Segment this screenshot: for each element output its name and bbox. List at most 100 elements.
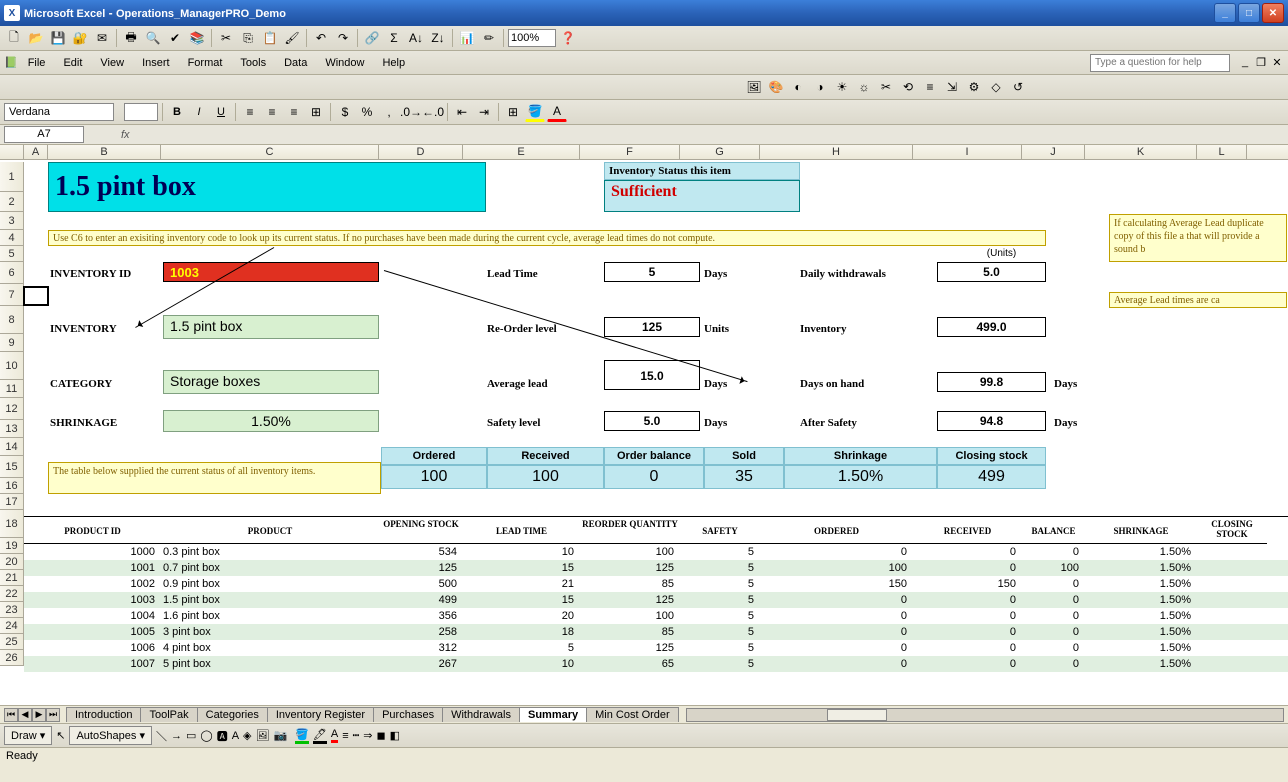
- sort-asc-icon[interactable]: A↓: [406, 28, 426, 48]
- line-weight-icon[interactable]: ≡: [342, 730, 348, 742]
- undo-icon[interactable]: ↶: [311, 28, 331, 48]
- dash-style-icon[interactable]: ┅: [353, 729, 360, 742]
- zoom-combo[interactable]: 100%: [508, 29, 556, 47]
- chart-icon[interactable]: 📊: [457, 28, 477, 48]
- crop-icon[interactable]: ✂: [876, 77, 896, 97]
- tab-nav-next[interactable]: ▶: [32, 708, 46, 722]
- italic-icon[interactable]: I: [189, 102, 209, 122]
- open-icon[interactable]: 📂: [26, 28, 46, 48]
- paste-icon[interactable]: 📋: [260, 28, 280, 48]
- table-row[interactable]: 10053 pint box258188550001.50%: [24, 624, 1288, 640]
- format-painter-icon[interactable]: 🖌: [282, 28, 302, 48]
- currency-icon[interactable]: $: [335, 102, 355, 122]
- doc-minimize-button[interactable]: _: [1238, 56, 1252, 69]
- fx-button[interactable]: fx: [121, 129, 130, 141]
- table-row[interactable]: 10041.6 pint box3562010050001.50%: [24, 608, 1288, 624]
- menu-file[interactable]: File: [20, 55, 54, 71]
- wordart-icon[interactable]: A: [232, 730, 239, 742]
- sheet-tab[interactable]: Inventory Register: [267, 707, 374, 722]
- doc-close-button[interactable]: ✕: [1270, 56, 1284, 69]
- grid-cells[interactable]: 1.5 pint box Inventory Status this item …: [24, 162, 1288, 705]
- sheet-tab[interactable]: Withdrawals: [442, 707, 520, 722]
- arrow-style-icon[interactable]: ⇒: [363, 729, 372, 742]
- table-row[interactable]: 10010.7 pint box12515125510001001.50%: [24, 560, 1288, 576]
- row-headers[interactable]: 1234567891011121314151617181920212223242…: [0, 162, 24, 666]
- transparent-icon[interactable]: ◇: [986, 77, 1006, 97]
- font-color-draw-icon[interactable]: A: [331, 728, 338, 743]
- name-box[interactable]: A7: [4, 126, 84, 143]
- column-headers[interactable]: A B C D E F G H I J K L: [0, 145, 1288, 160]
- input-inventory-id[interactable]: 1003: [163, 262, 379, 282]
- reset-icon[interactable]: ↺: [1008, 77, 1028, 97]
- new-icon[interactable]: 🗋: [4, 28, 24, 48]
- contrast-more-icon[interactable]: ◐: [788, 77, 808, 97]
- menu-window[interactable]: Window: [317, 55, 372, 71]
- oval-icon[interactable]: ◯: [200, 729, 212, 742]
- table-row[interactable]: 10075 pint box267106550001.50%: [24, 656, 1288, 672]
- diagram-icon[interactable]: ◈: [243, 729, 251, 742]
- sheet-tab[interactable]: Categories: [197, 707, 268, 722]
- line-icon[interactable]: ＼: [156, 728, 167, 744]
- textbox-icon[interactable]: 🅰: [217, 728, 228, 744]
- autosum-icon[interactable]: Σ: [384, 28, 404, 48]
- maximize-button[interactable]: □: [1238, 3, 1260, 23]
- underline-icon[interactable]: U: [211, 102, 231, 122]
- table-row[interactable]: 10000.3 pint box5341010050001.50%: [24, 544, 1288, 560]
- research-icon[interactable]: 📚: [187, 28, 207, 48]
- copy-icon[interactable]: ⎘: [238, 28, 258, 48]
- font-color-icon[interactable]: A: [547, 102, 567, 122]
- table-row[interactable]: 10064 pint box312512550001.50%: [24, 640, 1288, 656]
- brightness-more-icon[interactable]: ☀: [832, 77, 852, 97]
- sheet-tab[interactable]: Summary: [519, 707, 587, 722]
- help-icon[interactable]: ❓: [558, 28, 578, 48]
- increase-decimal-icon[interactable]: .0→: [401, 102, 421, 122]
- workbook-icon[interactable]: 📗: [4, 56, 18, 69]
- horizontal-scrollbar[interactable]: [686, 708, 1284, 722]
- line-color-icon[interactable]: 🖊: [313, 728, 327, 744]
- drawing-icon[interactable]: ✏: [479, 28, 499, 48]
- spell-icon[interactable]: ✔: [165, 28, 185, 48]
- sheet-tab[interactable]: Purchases: [373, 707, 443, 722]
- tab-nav-first[interactable]: ⏮: [4, 708, 18, 722]
- menu-help[interactable]: Help: [374, 55, 413, 71]
- mail-icon[interactable]: ✉: [92, 28, 112, 48]
- align-left-icon[interactable]: ≡: [240, 102, 260, 122]
- percent-icon[interactable]: %: [357, 102, 377, 122]
- table-row[interactable]: 10031.5 pint box4991512550001.50%: [24, 592, 1288, 608]
- contrast-less-icon[interactable]: ◑: [810, 77, 830, 97]
- sort-desc-icon[interactable]: Z↓: [428, 28, 448, 48]
- tab-nav-last[interactable]: ⏭: [46, 708, 60, 722]
- cut-icon[interactable]: ✂: [216, 28, 236, 48]
- menu-edit[interactable]: Edit: [55, 55, 90, 71]
- minimize-button[interactable]: _: [1214, 3, 1236, 23]
- menu-view[interactable]: View: [92, 55, 132, 71]
- font-size-combo[interactable]: [124, 103, 158, 121]
- arrow-icon[interactable]: →: [171, 730, 182, 742]
- decrease-indent-icon[interactable]: ⇤: [452, 102, 472, 122]
- align-right-icon[interactable]: ≡: [284, 102, 304, 122]
- menu-data[interactable]: Data: [276, 55, 315, 71]
- menu-tools[interactable]: Tools: [232, 55, 274, 71]
- close-button[interactable]: ✕: [1262, 3, 1284, 23]
- redo-icon[interactable]: ↷: [333, 28, 353, 48]
- borders-icon[interactable]: ⊞: [503, 102, 523, 122]
- fill-color-icon[interactable]: 🪣: [525, 102, 545, 122]
- line-style-icon[interactable]: ≡: [920, 77, 940, 97]
- color-icon[interactable]: 🎨: [766, 77, 786, 97]
- align-center-icon[interactable]: ≡: [262, 102, 282, 122]
- compress-icon[interactable]: ⇲: [942, 77, 962, 97]
- select-objects-icon[interactable]: ↖: [56, 729, 65, 742]
- picture-icon[interactable]: 📷: [273, 729, 287, 742]
- rotate-icon[interactable]: ⟲: [898, 77, 918, 97]
- 3d-icon[interactable]: ◧: [390, 729, 400, 742]
- table-row[interactable]: 10020.9 pint box5002185515015001.50%: [24, 576, 1288, 592]
- sheet-tab[interactable]: ToolPak: [140, 707, 197, 722]
- worksheet[interactable]: A B C D E F G H I J K L 1234567891011121…: [0, 145, 1288, 705]
- sheet-tab[interactable]: Min Cost Order: [586, 707, 679, 722]
- doc-restore-button[interactable]: ❐: [1254, 56, 1268, 69]
- print-icon[interactable]: 🖶: [121, 28, 141, 48]
- draw-menu[interactable]: Draw ▾: [4, 726, 52, 745]
- brightness-less-icon[interactable]: ☼: [854, 77, 874, 97]
- menu-insert[interactable]: Insert: [134, 55, 178, 71]
- font-name-combo[interactable]: Verdana: [4, 103, 114, 121]
